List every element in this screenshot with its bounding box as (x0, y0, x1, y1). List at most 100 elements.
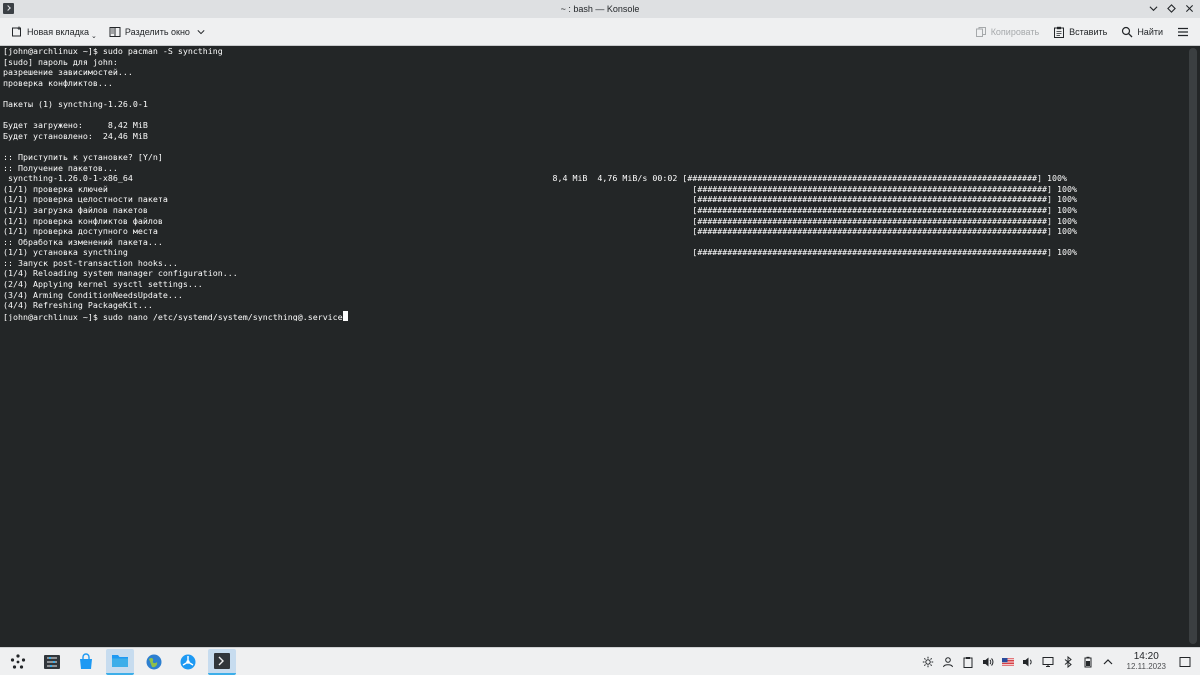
copy-button[interactable]: Копировать (970, 21, 1044, 43)
scrollbar-thumb[interactable] (1189, 48, 1197, 644)
clock-date: 12.11.2023 (1126, 662, 1166, 671)
terminal-line: (1/1) проверка ключей [#################… (3, 183, 1077, 194)
tray-audio-output[interactable] (1021, 655, 1035, 669)
browser-icon (146, 654, 162, 669)
chevron-down-icon (1149, 6, 1157, 12)
network-app-icon (180, 654, 196, 669)
new-tab-button[interactable]: Новая вкладка ⌄ (6, 21, 102, 43)
user-icon (942, 657, 953, 668)
show-desktop-button[interactable] (1178, 655, 1192, 669)
tray-clipboard[interactable] (961, 655, 975, 669)
paste-label: Вставить (1069, 26, 1108, 37)
terminal-cursor (342, 310, 348, 321)
terminal-line: :: Запуск post-transaction hooks... (3, 257, 178, 268)
tray-user[interactable] (941, 655, 955, 669)
show-desktop-icon (1179, 657, 1191, 667)
taskbar-system-settings[interactable] (38, 649, 66, 675)
new-tab-icon (12, 26, 21, 36)
terminal-line: :: Обработка изменений пакета... (3, 236, 163, 247)
find-button[interactable]: Найти (1116, 21, 1168, 43)
terminal-line: (1/1) проверка целостности пакета [#####… (3, 194, 1077, 205)
split-view-button[interactable]: Разделить окно (104, 21, 210, 43)
terminal-line: (2/4) Applying kernel sysctl settings... (3, 279, 203, 290)
clock-time: 14:20 (1133, 651, 1159, 662)
app-launcher-button[interactable] (4, 649, 32, 675)
chevron-down-icon: ⌄ (91, 32, 97, 40)
terminal-view[interactable]: [john@archlinux ~]$ sudo pacman -S synct… (0, 46, 1200, 647)
hamburger-menu-button[interactable] (1172, 21, 1194, 43)
tray-keyboard-layout[interactable] (1001, 655, 1015, 669)
discover-icon (80, 652, 92, 669)
close-button[interactable] (1182, 1, 1196, 16)
konsole-app-icon[interactable] (3, 3, 14, 14)
terminal-line: syncthing-1.26.0-1-x86_64 8,4 MiB 4,76 M… (3, 173, 1067, 184)
tray-battery[interactable] (1081, 655, 1095, 669)
taskbar-network-app[interactable] (174, 649, 202, 675)
app-launcher-icon (10, 653, 26, 669)
find-label: Найти (1137, 26, 1163, 37)
bluetooth-icon (1064, 656, 1072, 668)
konsole-icon (214, 652, 230, 669)
minimize-button[interactable] (1146, 1, 1160, 16)
konsole-toolbar: Новая вкладка ⌄ Разделить окно Копироват… (0, 18, 1200, 46)
terminal-line: разрешение зависимостей... (3, 67, 133, 78)
copy-label: Копировать (990, 26, 1040, 37)
digital-clock[interactable]: 14:20 12.11.2023 (1127, 652, 1166, 672)
terminal-line: (1/1) проверка конфликтов файлов [######… (3, 215, 1077, 226)
taskbar-dolphin[interactable] (106, 648, 134, 675)
battery-icon (1084, 656, 1092, 668)
folder-icon (112, 654, 128, 667)
terminal-scrollbar[interactable] (1189, 48, 1197, 646)
terminal-line: [sudo] пароль для john: (3, 56, 118, 67)
terminal-output: [john@archlinux ~]$ sudo pacman -S synct… (3, 46, 1185, 321)
terminal-line: Будет установлено: 24,46 MiB (3, 130, 148, 141)
us-flag-icon (1001, 658, 1014, 666)
clipboard-icon (963, 657, 973, 668)
monitor-icon (1042, 657, 1054, 667)
taskbar-discover[interactable] (72, 649, 100, 675)
paste-icon (1054, 26, 1065, 38)
terminal-line: [john@archlinux ~]$ sudo pacman -S synct… (3, 46, 223, 56)
tray-volume[interactable] (981, 655, 995, 669)
window-titlebar[interactable]: ~ : bash — Konsole (0, 0, 1200, 18)
speaker-icon (982, 657, 993, 667)
terminal-line: (1/1) установка syncthing [#############… (3, 247, 1077, 258)
chevron-up-icon (1103, 659, 1112, 665)
terminal-line: :: Приступить к установке? [Y/n] (3, 151, 163, 162)
system-tray: 14:20 12.11.2023 (921, 648, 1200, 675)
split-view-label: Разделить окно (124, 26, 190, 37)
terminal-line: :: Получение пакетов... (3, 162, 118, 173)
terminal-line: проверка конфликтов... (3, 77, 113, 88)
search-icon (1122, 26, 1133, 37)
taskbar-browser[interactable] (140, 649, 168, 675)
tray-updates[interactable] (921, 655, 935, 669)
terminal-line: (1/1) проверка доступного места [#######… (3, 226, 1077, 237)
terminal-prompt-line: [john@archlinux ~]$ sudo nano /etc/syste… (3, 310, 1185, 322)
paste-button[interactable]: Вставить (1048, 21, 1112, 43)
tray-display[interactable] (1041, 655, 1055, 669)
terminal-line: (1/4) Reloading system manager configura… (3, 268, 238, 279)
maximize-button[interactable] (1164, 1, 1178, 16)
terminal-line: Будет загружено: 8,42 MiB (3, 120, 148, 131)
window-title: ~ : bash — Konsole (560, 4, 640, 14)
hamburger-menu-icon (1178, 27, 1188, 36)
terminal-line: (3/4) Arming ConditionNeedsUpdate... (3, 289, 183, 300)
terminal-line: (4/4) Refreshing PackageKit... (3, 300, 153, 311)
split-view-icon (109, 26, 121, 37)
taskbar-konsole[interactable] (208, 648, 236, 675)
terminal-prompt: [john@archlinux ~]$ sudo nano /etc/syste… (3, 311, 343, 322)
terminal-line: Пакеты (1) syncthing-1.26.0-1 (3, 98, 148, 109)
gear-icon (922, 656, 933, 668)
chevron-down-icon (197, 29, 205, 34)
tray-bluetooth[interactable] (1061, 655, 1075, 669)
tray-expand-button[interactable] (1101, 655, 1115, 669)
taskbar: 14:20 12.11.2023 (0, 647, 1200, 675)
new-tab-label: Новая вкладка (27, 26, 90, 37)
diamond-icon (1166, 4, 1176, 13)
terminal-line: (1/1) загрузка файлов пакетов [#########… (3, 204, 1077, 215)
copy-icon (975, 26, 986, 37)
window-controls (1146, 1, 1196, 16)
